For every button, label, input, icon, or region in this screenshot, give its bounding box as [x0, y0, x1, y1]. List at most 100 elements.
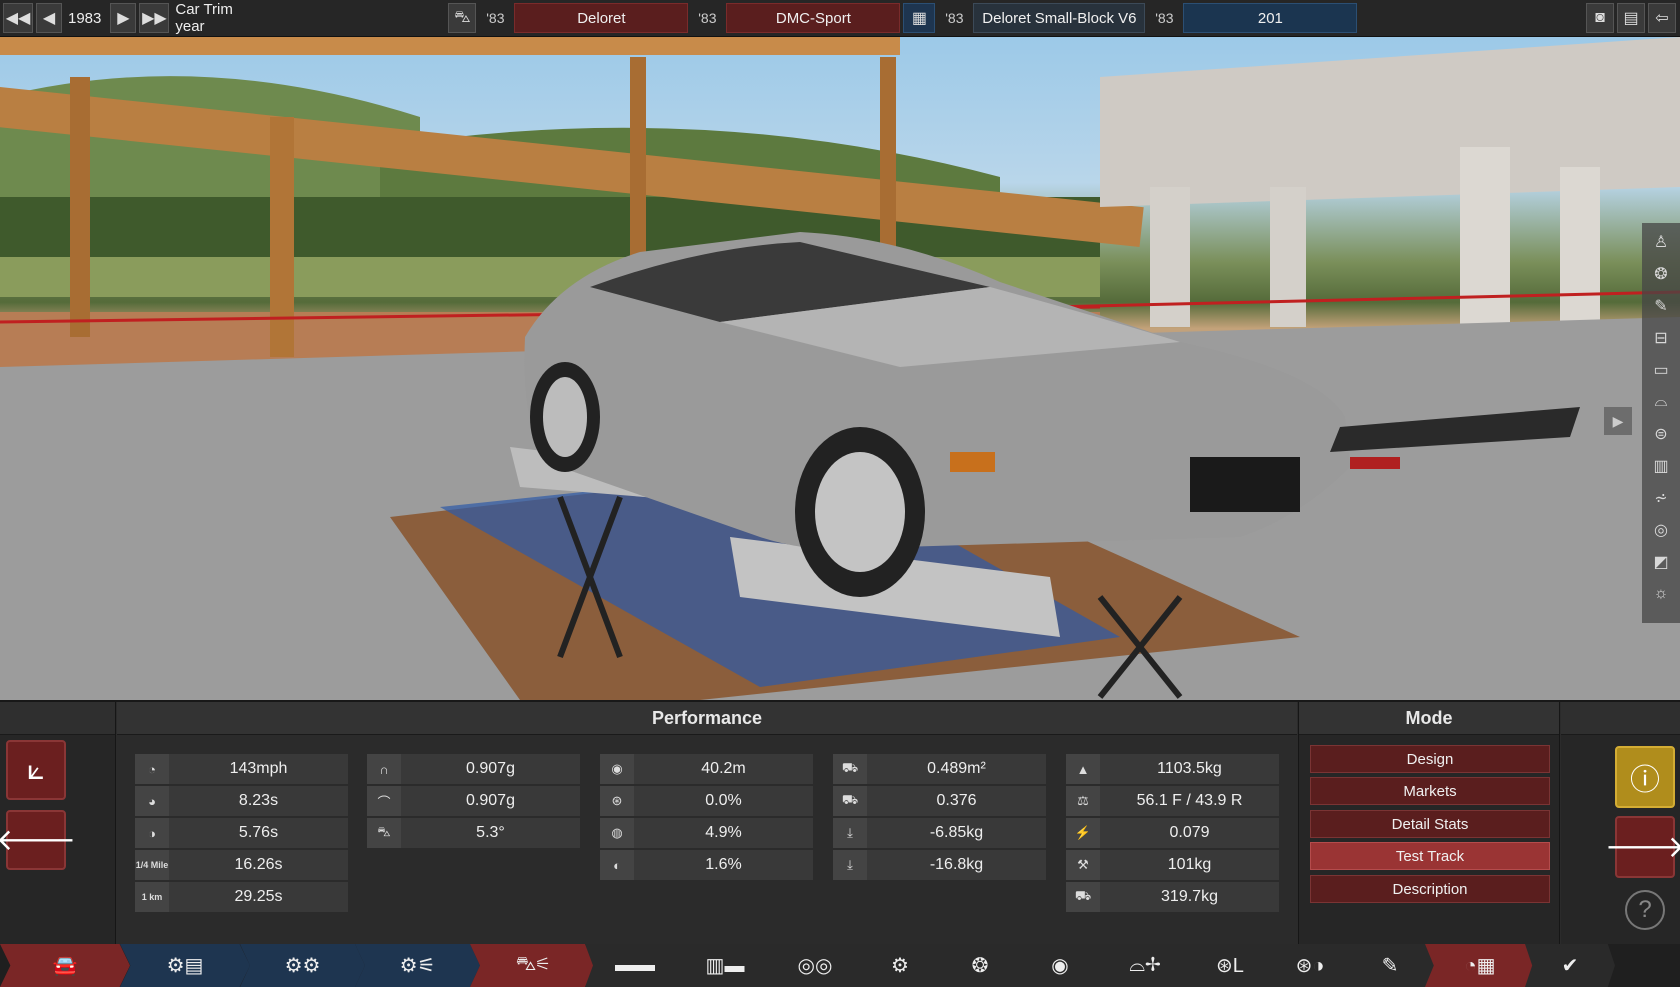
paint-tab-icon: ✎	[1381, 955, 1399, 977]
quarter-mile-icon: 1/4 Mile	[135, 850, 169, 880]
mode-description-button[interactable]: Description	[1310, 875, 1550, 903]
stat-grip-high: ⌒ 0.907g	[367, 786, 580, 816]
stat-body-roll: ⛍ 5.3°	[367, 818, 580, 848]
tab-finish[interactable]: ✔	[1525, 944, 1615, 987]
variant-name-field[interactable]: 201	[1183, 3, 1358, 33]
performance-panel: Performance ◔ 143mph ◕ 8.23s ◑ 5.76s 1/4 Mi…	[117, 702, 1297, 946]
chassis-icon[interactable]: ⊜	[1648, 421, 1674, 447]
engine-tune-icon: ⚙⚟	[399, 955, 436, 977]
tab-suspension[interactable]: ⚙	[855, 944, 945, 987]
body-style-icon: ▬▬	[615, 954, 655, 976]
front-wheel-rim	[815, 452, 905, 572]
tab-paint[interactable]: ✎	[1345, 944, 1435, 987]
trim-name-field[interactable]: DMC-Sport	[726, 3, 901, 33]
stats-speed-column: ◔ 143mph ◕ 8.23s ◑ 5.76s 1/4 Mile 16.26s 1 k…	[135, 754, 348, 914]
mode-markets-button[interactable]: Markets	[1310, 777, 1550, 805]
engine-bay-icon[interactable]: ⊟	[1648, 325, 1674, 351]
mode-detail-stats-button[interactable]: Detail Stats	[1310, 810, 1550, 838]
car-indicator	[950, 452, 995, 472]
stat-top-speed: ◔ 143mph	[135, 754, 348, 784]
frame-icon[interactable]: ▥	[1648, 453, 1674, 479]
engine-year: '83	[945, 10, 964, 26]
tab-engine-tune[interactable]: ⚙⚟	[355, 944, 480, 987]
frontal-area-icon: ⛟	[833, 754, 867, 784]
mode-panel: Mode Design Markets Detail Stats Test Tr…	[1298, 702, 1560, 946]
rear-wheel-rim	[543, 377, 587, 457]
tow-icon: ⛟	[1066, 882, 1100, 912]
stat-front-downforce: ⤓ -6.85kg	[833, 818, 1046, 848]
trim-icon: ⛍⚟	[515, 953, 550, 975]
tab-aero[interactable]: ⌓✢	[1095, 944, 1195, 987]
light-bulb-icon[interactable]: ☼	[1648, 581, 1674, 607]
body-roll-icon: ⛍	[367, 818, 401, 848]
tab-trim-overview[interactable]: ⛍⚟	[470, 944, 595, 987]
top-bar: ◀◀ ◀ 1983 ▶ ▶▶ Car Trim year ⛍ '83 Delor…	[0, 0, 1680, 37]
year-jump-back-button[interactable]: ◀◀	[3, 3, 33, 33]
back-arrow-icon[interactable]: ⇦	[1648, 3, 1676, 33]
corner-icon: ∩	[367, 754, 401, 784]
roof-beam-top	[0, 37, 900, 55]
mode-design-button[interactable]: Design	[1310, 745, 1550, 773]
body-icon[interactable]: ⌓	[1648, 389, 1674, 415]
concrete-column	[1150, 187, 1190, 327]
year-forward-button[interactable]: ▶	[110, 3, 137, 33]
stat-wheel-spin: ◐ 1.6%	[600, 850, 813, 880]
car-viewport[interactable]: ▶ ♙ ❂ ✎ ⊟ ▭ ⌓ ⊜ ▥ ⩫ ◎ ◩ ☼	[0, 37, 1680, 700]
tab-engine-family[interactable]: ⚙▤	[120, 944, 250, 987]
chassis-frame-icon: ▥▬	[705, 955, 745, 977]
lift-icon[interactable]: ⩫	[1648, 485, 1674, 511]
warning-button[interactable]: ⓘ	[1615, 746, 1675, 808]
mode-title: Mode	[1299, 702, 1559, 735]
year-jump-forward-button[interactable]: ▶▶	[139, 3, 170, 33]
axes-view-button[interactable]: ⟀	[6, 740, 66, 800]
year-back-button[interactable]: ◀	[36, 3, 62, 33]
tab-safety[interactable]: ⊛◑	[1265, 944, 1355, 987]
car-model-icon[interactable]: ⛍	[448, 3, 477, 33]
tab-fixtures[interactable]: ◎◎	[765, 944, 865, 987]
concrete-column	[1560, 167, 1600, 337]
tab-wheels[interactable]: ❂	[935, 944, 1025, 987]
next-step-button[interactable]: 🡒	[1605, 816, 1680, 878]
calculator-icon[interactable]: ▤	[1617, 3, 1645, 33]
stat-braking: ◉ 40.2m	[600, 754, 813, 784]
drag-icon: ⛟	[833, 786, 867, 816]
engine-name-field[interactable]: Deloret Small-Block V6	[973, 3, 1146, 33]
stat-grip-low: ∩ 0.907g	[367, 754, 580, 784]
stat-quarter-mile: 1/4 Mile 16.26s	[135, 850, 348, 880]
tyre-icon[interactable]: ◎	[1648, 517, 1674, 543]
weight-icon: ▲	[1066, 754, 1100, 784]
expand-panel-button[interactable]: ▶	[1604, 407, 1632, 435]
previous-step-button[interactable]: 🡐	[0, 810, 76, 870]
stat-0-100: ◕ 8.23s	[135, 786, 348, 816]
tab-car-model[interactable]: 🚘	[0, 944, 130, 987]
tab-engine-parts[interactable]: ⚙⚙	[240, 944, 365, 987]
brake-disc-icon: ◉	[600, 754, 634, 784]
engine-icon[interactable]: ▦	[903, 3, 936, 33]
stat-rear-downforce: ⤓ -16.8kg	[833, 850, 1046, 880]
tab-chassis[interactable]: ▥▬	[675, 944, 775, 987]
tab-brakes[interactable]: ◉	[1015, 944, 1105, 987]
checkmark-icon: ✔	[1561, 955, 1579, 977]
model-name-field[interactable]: Deloret	[514, 3, 689, 33]
panel-icon[interactable]: ▭	[1648, 357, 1674, 383]
stat-cargo: ⚒ 101kg	[1066, 850, 1279, 880]
trim-year: '83	[698, 10, 717, 26]
stats-grip-column: ∩ 0.907g ⌒ 0.907g ⛍ 5.3°	[367, 754, 580, 850]
tab-test-track[interactable]: ◔▦	[1425, 944, 1535, 987]
tab-interior[interactable]: ⊛L	[1185, 944, 1275, 987]
stat-weight-distribution: ⚖ 56.1 F / 43.9 R	[1066, 786, 1279, 816]
wheel-icon[interactable]: ❂	[1648, 261, 1674, 287]
person-icon[interactable]: ♙	[1648, 229, 1674, 255]
mode-test-track-button[interactable]: Test Track	[1310, 842, 1550, 870]
camera-icon[interactable]: ◙	[1586, 3, 1614, 33]
stat-0-60: ◑ 5.76s	[135, 818, 348, 848]
paint-icon[interactable]: ✎	[1648, 293, 1674, 319]
model-year: '83	[486, 10, 505, 26]
tab-body[interactable]: ▬▬	[585, 944, 685, 987]
car-grille	[1190, 457, 1300, 512]
help-button[interactable]: ?	[1625, 890, 1665, 930]
suspension-icon: ⚙	[891, 955, 909, 977]
power-weight-icon: ⚡	[1066, 818, 1100, 848]
right-actions: ⓘ 🡒 ?	[1561, 702, 1680, 946]
background-icon[interactable]: ◩	[1648, 549, 1674, 575]
